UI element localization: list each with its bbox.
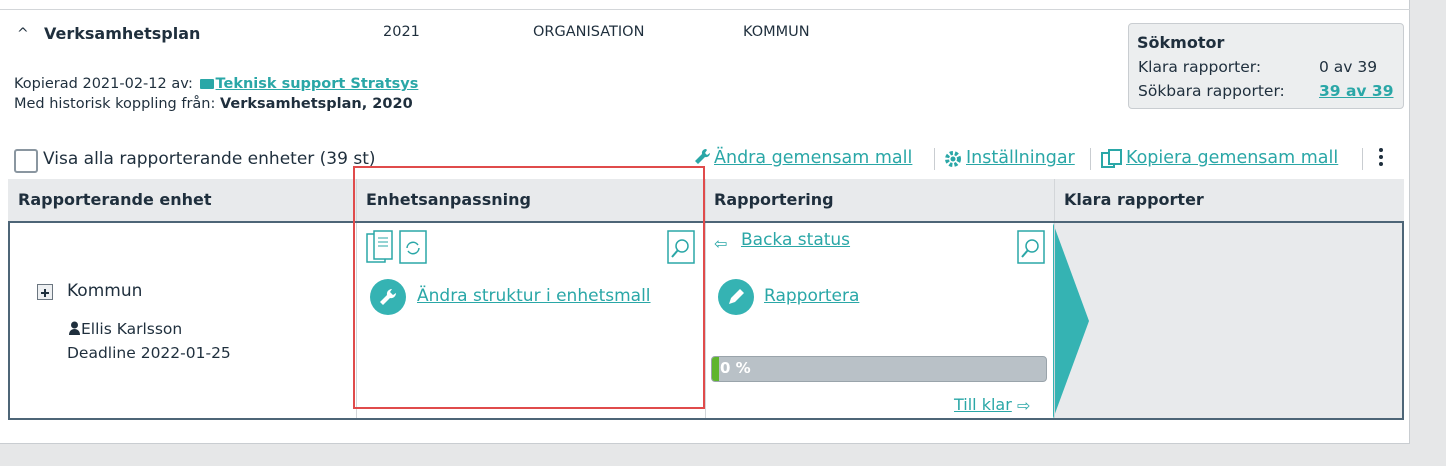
highlight-box [353,166,705,409]
progress-bar: 0 % [711,356,1047,382]
mail-icon [199,79,214,89]
progress-label: 0 % [720,359,751,377]
sokmotor-title: Sökmotor [1137,33,1225,52]
expand-icon[interactable] [37,284,53,300]
show-all-label[interactable]: Visa alla rapporterande enheter (39 st) [43,149,376,169]
history-info: Med historisk koppling från: Verksamhets… [14,96,413,112]
to-done-link[interactable]: Till klar [954,395,1012,414]
edit-template-link[interactable]: Ändra gemensam mall [714,148,912,168]
plan-kommun: KOMMUN [743,24,810,40]
history-prefix: Med historisk koppling från: [14,96,216,112]
copied-info: Kopierad 2021-02-12 av: Teknisk support … [14,76,418,92]
more-options-icon[interactable] [1379,148,1385,166]
arrow-left-icon: ⇦ [714,234,728,253]
person-icon [69,320,80,339]
sokmotor-box: Sökmotor Klara rapporter: 0 av 39 Sökbar… [1128,23,1404,109]
klara-label: Klara rapporter: [1138,58,1262,76]
copy-template-link[interactable]: Kopiera gemensam mall [1126,148,1338,168]
deadline: Deadline 2022-01-25 [67,344,231,362]
toolbar-divider [934,148,935,170]
sokbara-label: Sökbara rapporter: [1138,82,1285,100]
divider [0,9,1410,10]
settings-link[interactable]: Inställningar [966,148,1075,168]
person-name: Ellis Karlsson [81,320,183,338]
arrow-right-small-icon: ⇨ [1017,396,1031,415]
klara-value: 0 av 39 [1319,58,1378,76]
pencil-circle-icon[interactable] [718,279,754,315]
copied-prefix: Kopierad 2021-02-12 av: [14,76,193,92]
unit-name[interactable]: Kommun [67,281,142,301]
back-status-link[interactable]: Backa status [741,230,850,250]
plan-year: 2021 [383,24,420,40]
copy-icon [1101,149,1123,173]
toolbar-divider [1362,148,1363,170]
report-link[interactable]: Rapportera [764,286,859,306]
show-all-checkbox[interactable] [14,149,38,173]
plan-organisation: ORGANISATION [533,24,645,40]
col-header-unit: Rapporterande enhet [8,179,356,222]
table-row [8,221,1404,420]
history-plan: Verksamhetsplan, 2020 [219,96,413,112]
progress-fill [712,357,719,381]
col-header-done: Klara rapporter [1054,179,1404,222]
copied-by-link[interactable]: Teknisk support Stratsys [216,76,419,92]
plan-title[interactable]: Verksamhetsplan [44,24,200,43]
sokbara-value-link[interactable]: 39 av 39 [1319,82,1394,100]
col-header-reporting: Rapportering [704,179,1054,222]
gear-icon [944,150,962,172]
search-document-icon[interactable] [1017,230,1045,268]
plan-card: ^ Verksamhetsplan 2021 ORGANISATION KOMM… [0,0,1410,444]
collapse-chevron-icon[interactable]: ^ [17,26,29,42]
toolbar-divider [1090,148,1091,170]
